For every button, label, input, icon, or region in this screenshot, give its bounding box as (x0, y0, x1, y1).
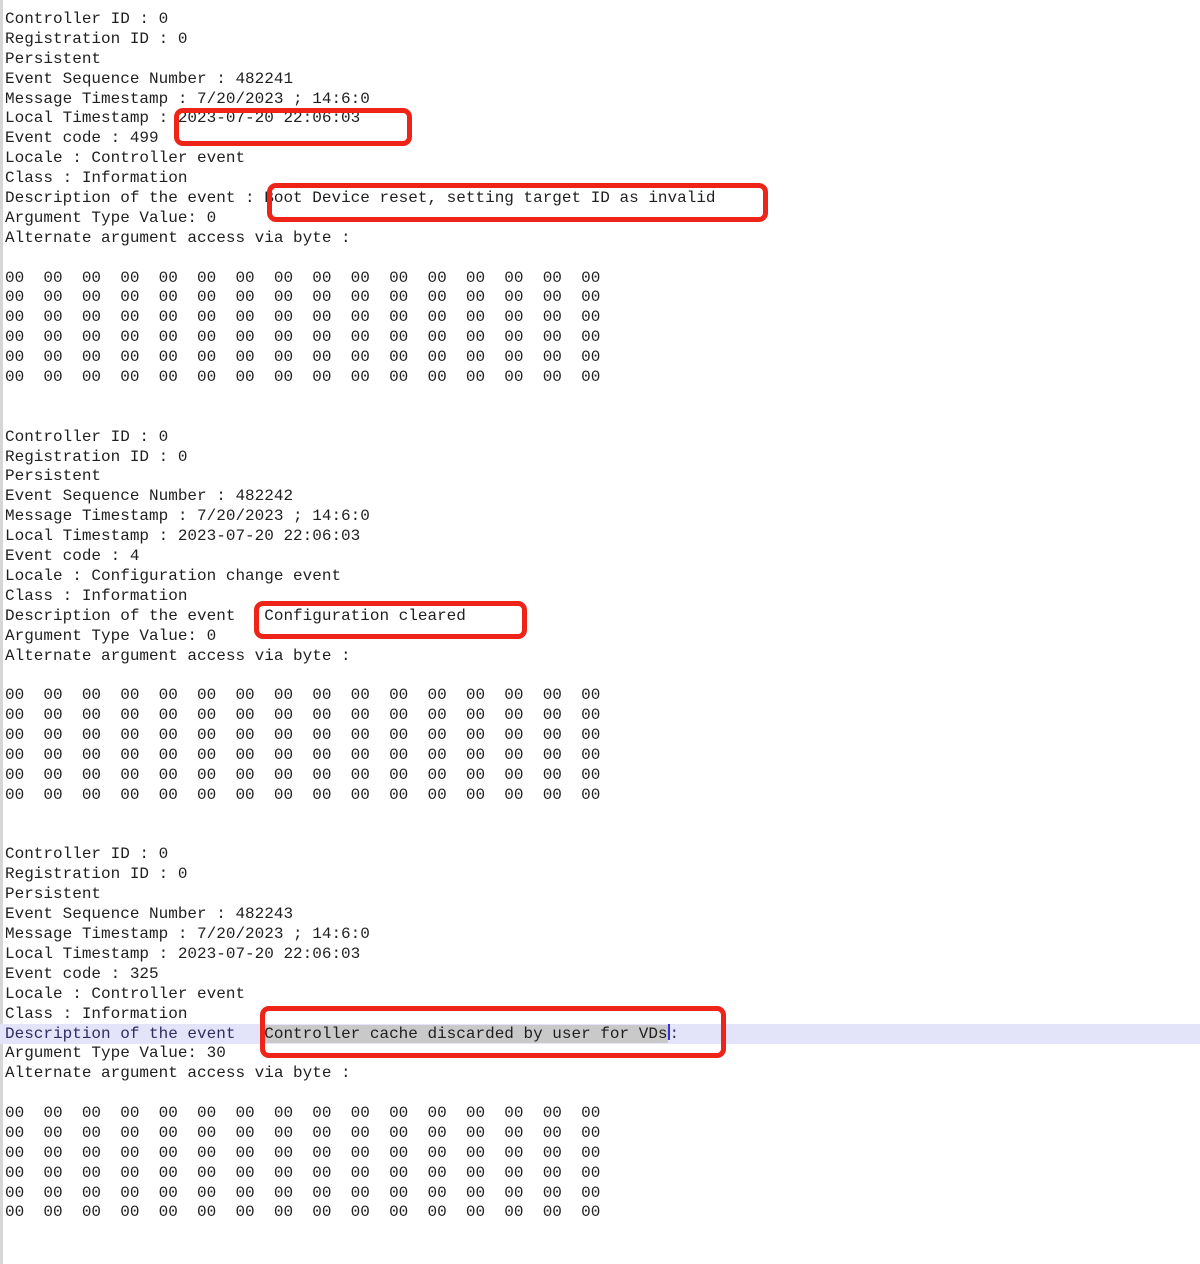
hex-dump-row: 00 00 00 00 00 00 00 00 00 00 00 00 00 0… (0, 348, 1200, 368)
hex-dump-row: 00 00 00 00 00 00 00 00 00 00 00 00 00 0… (0, 288, 1200, 308)
alternate-access-line: Alternate argument access via byte : (0, 229, 1200, 249)
hex-dump-row: 00 00 00 00 00 00 00 00 00 00 00 00 00 0… (0, 726, 1200, 746)
event-log-viewer: Controller ID : 0Registration ID : 0Pers… (0, 0, 1200, 1264)
description-label: Description of the event : (5, 189, 264, 207)
message-timestamp-line: Message Timestamp : 7/20/2023 ; 14:6:0 (0, 925, 1200, 945)
hex-dump-row: 00 00 00 00 00 00 00 00 00 00 00 00 00 0… (0, 1164, 1200, 1184)
description-text: Configuration cleared (264, 607, 466, 625)
controller-id-line: Controller ID : 0 (0, 845, 1200, 865)
description-suffix: : (670, 1025, 680, 1043)
persistent-line: Persistent (0, 467, 1200, 487)
local-timestamp-line: Local Timestamp : 2023-07-20 22:06:03 (0, 945, 1200, 965)
event-code-line: Event code : 499 (0, 129, 1200, 149)
hex-dump-row: 00 00 00 00 00 00 00 00 00 00 00 00 00 0… (0, 1104, 1200, 1124)
alternate-access-line: Alternate argument access via byte : (0, 647, 1200, 667)
registration-id-line: Registration ID : 0 (0, 448, 1200, 468)
log-line (0, 249, 1200, 269)
argument-type-line: Argument Type Value: 0 (0, 627, 1200, 647)
local-timestamp-line: Local Timestamp : 2023-07-20 22:06:03 (0, 527, 1200, 547)
description-line-highlighted: Description of the event Controller cach… (0, 1024, 1200, 1044)
event-log-text: Controller ID : 0Registration ID : 0Pers… (0, 10, 1200, 1263)
persistent-line: Persistent (0, 50, 1200, 70)
hex-dump-row: 00 00 00 00 00 00 00 00 00 00 00 00 00 0… (0, 1124, 1200, 1144)
hex-dump-row: 00 00 00 00 00 00 00 00 00 00 00 00 00 0… (0, 686, 1200, 706)
persistent-line: Persistent (0, 885, 1200, 905)
hex-dump-row: 00 00 00 00 00 00 00 00 00 00 00 00 00 0… (0, 766, 1200, 786)
registration-id-line: Registration ID : 0 (0, 30, 1200, 50)
hex-dump-row: 00 00 00 00 00 00 00 00 00 00 00 00 00 0… (0, 1144, 1200, 1164)
local-timestamp-line: Local Timestamp : 2023-07-20 22:06:03 (0, 109, 1200, 129)
description-line: Description of the event : Boot Device r… (0, 189, 1200, 209)
argument-type-line: Argument Type Value: 30 (0, 1044, 1200, 1064)
hex-dump-row: 00 00 00 00 00 00 00 00 00 00 00 00 00 0… (0, 1203, 1200, 1223)
event-code-line: Event code : 4 (0, 547, 1200, 567)
description-label: Description of the event (5, 607, 264, 625)
message-timestamp-line: Message Timestamp : 7/20/2023 ; 14:6:0 (0, 507, 1200, 527)
log-line (0, 1084, 1200, 1104)
hex-dump-row: 00 00 00 00 00 00 00 00 00 00 00 00 00 0… (0, 269, 1200, 289)
hex-dump-row: 00 00 00 00 00 00 00 00 00 00 00 00 00 0… (0, 308, 1200, 328)
description-selected-text: Controller cache discarded by user for V… (264, 1025, 667, 1043)
description-label: Description of the event (5, 1025, 264, 1043)
class-line: Class : Information (0, 587, 1200, 607)
locale-line: Locale : Controller event (0, 149, 1200, 169)
hex-dump-row: 00 00 00 00 00 00 00 00 00 00 00 00 00 0… (0, 746, 1200, 766)
event-code-line: Event code : 325 (0, 965, 1200, 985)
event-sequence-line: Event Sequence Number : 482243 (0, 905, 1200, 925)
log-line (0, 388, 1200, 408)
class-line: Class : Information (0, 1005, 1200, 1025)
hex-dump-row: 00 00 00 00 00 00 00 00 00 00 00 00 00 0… (0, 368, 1200, 388)
hex-dump-row: 00 00 00 00 00 00 00 00 00 00 00 00 00 0… (0, 706, 1200, 726)
log-line (0, 1223, 1200, 1243)
log-line (0, 806, 1200, 826)
argument-type-line: Argument Type Value: 0 (0, 209, 1200, 229)
controller-id-line: Controller ID : 0 (0, 428, 1200, 448)
locale-line: Locale : Controller event (0, 985, 1200, 1005)
locale-line: Locale : Configuration change event (0, 567, 1200, 587)
log-line (0, 826, 1200, 846)
hex-dump-row: 00 00 00 00 00 00 00 00 00 00 00 00 00 0… (0, 328, 1200, 348)
hex-dump-row: 00 00 00 00 00 00 00 00 00 00 00 00 00 0… (0, 1184, 1200, 1204)
hex-dump-row: 00 00 00 00 00 00 00 00 00 00 00 00 00 0… (0, 786, 1200, 806)
log-line (0, 1243, 1200, 1263)
log-line (0, 666, 1200, 686)
description-text: Boot Device reset, setting target ID as … (264, 189, 715, 207)
message-timestamp-line: Message Timestamp : 7/20/2023 ; 14:6:0 (0, 90, 1200, 110)
event-sequence-line: Event Sequence Number : 482242 (0, 487, 1200, 507)
controller-id-line: Controller ID : 0 (0, 10, 1200, 30)
registration-id-line: Registration ID : 0 (0, 865, 1200, 885)
log-line (0, 408, 1200, 428)
description-line: Description of the event Configuration c… (0, 607, 1200, 627)
event-sequence-line: Event Sequence Number : 482241 (0, 70, 1200, 90)
alternate-access-line: Alternate argument access via byte : (0, 1064, 1200, 1084)
class-line: Class : Information (0, 169, 1200, 189)
